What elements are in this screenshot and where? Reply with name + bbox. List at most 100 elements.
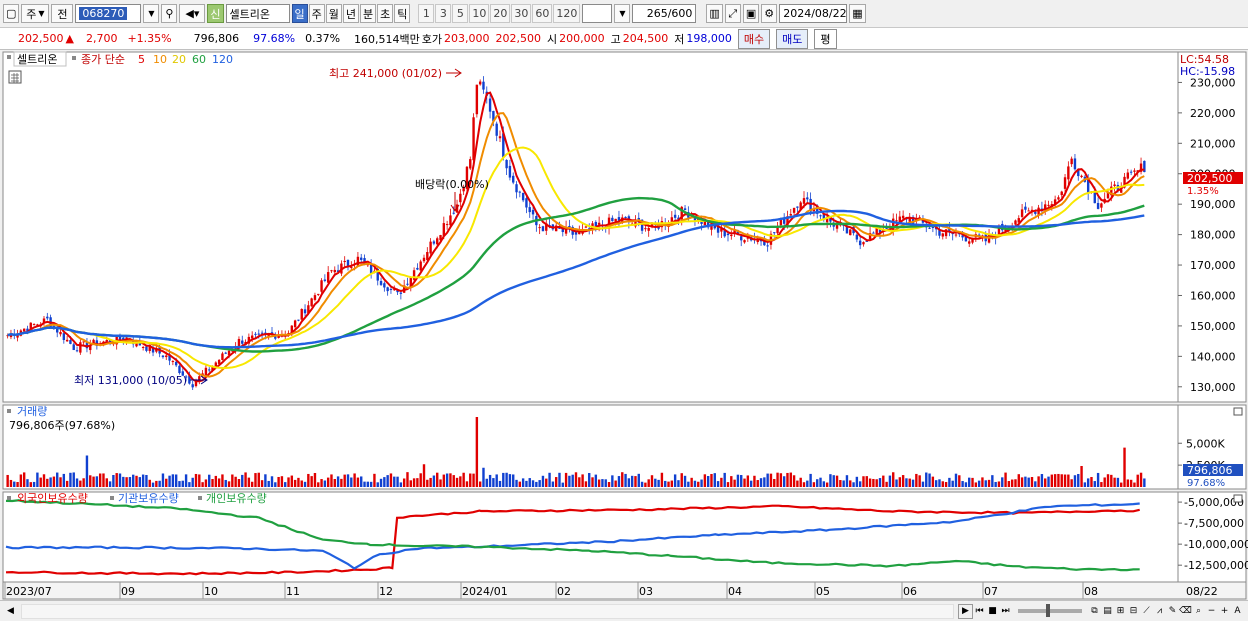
stock-code-input[interactable]: 068270 xyxy=(75,4,142,23)
chart-area[interactable]: 230,000220,000210,000200,000190,000180,0… xyxy=(0,50,1248,600)
holdings-panel[interactable] xyxy=(2,491,1179,583)
bid-label: 호가 xyxy=(421,32,443,46)
maximize-icon[interactable] xyxy=(1233,494,1243,503)
save-icon[interactable]: ▣ xyxy=(742,4,760,23)
interval-tab-1[interactable]: 1 xyxy=(418,4,435,23)
volume-bar xyxy=(300,480,303,487)
volume-bar xyxy=(703,474,707,487)
volume-bar xyxy=(1096,472,1100,487)
sell-button[interactable]: 매도 xyxy=(776,28,809,49)
volume-bar xyxy=(1040,474,1044,487)
stop-icon[interactable]: ■ xyxy=(986,605,999,618)
gear-icon[interactable]: ⚙ xyxy=(761,4,778,23)
indicator-icon[interactable]: ⊟ xyxy=(1127,605,1140,618)
interval-dropdown-icon[interactable]: ▼ xyxy=(614,4,631,23)
interval-tab-5[interactable]: 5 xyxy=(452,4,469,23)
candle-body xyxy=(789,214,792,216)
volume-bar xyxy=(878,478,882,487)
last-page-icon[interactable]: ⏭ xyxy=(999,605,1012,618)
speaker-icon[interactable]: ◀▾ xyxy=(179,4,206,23)
volume-panel[interactable] xyxy=(2,404,1179,490)
calendar-icon[interactable]: ▦ xyxy=(849,4,866,23)
legend-stock-name: 셀트리온 xyxy=(17,53,57,66)
chart-type-icon[interactable]: ▥ xyxy=(706,4,723,23)
pen-icon[interactable]: ✎ xyxy=(1166,605,1179,618)
code-dropdown-icon[interactable]: ▼ xyxy=(143,4,160,23)
volume-bar xyxy=(6,474,9,487)
volume-bar xyxy=(13,481,16,487)
zoom-slider[interactable] xyxy=(1018,604,1082,617)
volume-bar xyxy=(723,472,726,487)
date-input[interactable]: 2024/08/22 xyxy=(779,4,848,23)
interval-tab-10[interactable]: 10 xyxy=(469,4,490,23)
volume-bar xyxy=(928,473,931,487)
volume-bar xyxy=(452,475,455,487)
candle-body xyxy=(538,227,541,229)
compare-icon[interactable]: ⊞ xyxy=(1114,605,1127,618)
window-menu-icon[interactable]: ▢ xyxy=(3,4,20,23)
draw-tool-icon[interactable]: ⤢ xyxy=(724,4,741,23)
layout-icon[interactable]: ▤ xyxy=(1101,605,1114,618)
interval-custom-input[interactable] xyxy=(582,4,613,23)
volume-bar xyxy=(1060,474,1063,487)
minus-icon[interactable]: − xyxy=(1205,605,1218,618)
maximize-icon[interactable] xyxy=(1233,407,1243,416)
period-tab-3[interactable]: 년 xyxy=(342,4,360,23)
zoom-icon[interactable]: ⌕ xyxy=(1192,605,1205,618)
stock-name-field[interactable]: 셀트리온 xyxy=(225,4,290,23)
trend-line-icon[interactable]: ⟋ xyxy=(1140,605,1153,618)
volume-bar xyxy=(611,475,614,487)
candle-body xyxy=(594,221,598,227)
x-tick-label: 07 xyxy=(984,585,998,598)
volume-bar xyxy=(227,481,231,487)
x-tick-label: 06 xyxy=(903,585,917,598)
volume-bar xyxy=(630,475,634,487)
interval-tab-30[interactable]: 30 xyxy=(511,4,532,23)
candle-body xyxy=(968,241,971,244)
text-tool-icon[interactable]: A xyxy=(1231,605,1244,618)
interval-tab-120[interactable]: 120 xyxy=(553,4,581,23)
price-tick-label: 170,000 xyxy=(1190,259,1236,272)
scroll-left-icon[interactable]: ◀ xyxy=(4,605,17,618)
eraser-icon[interactable]: ⌫ xyxy=(1179,605,1192,618)
first-page-icon[interactable]: ⏮ xyxy=(973,605,986,618)
buy-button[interactable]: 매수 xyxy=(737,28,771,49)
period-tab-6[interactable]: 틱 xyxy=(394,4,411,23)
candle-body xyxy=(416,267,419,270)
period-tab-1[interactable]: 주 xyxy=(308,4,325,23)
candle-body xyxy=(862,242,865,245)
copy-icon[interactable]: ⧉ xyxy=(1088,605,1101,618)
candle-body xyxy=(260,332,264,334)
period-tab-2[interactable]: 월 xyxy=(325,4,342,23)
volume-bar xyxy=(1070,479,1073,487)
scroll-right-icon[interactable]: ▶ xyxy=(958,603,973,619)
candle-body xyxy=(1113,184,1116,186)
volume-bar xyxy=(743,478,746,487)
period-main-select[interactable]: 주 ▼ xyxy=(21,4,50,23)
period-tab-4[interactable]: 분 xyxy=(360,4,377,23)
volume-bar xyxy=(92,476,95,487)
interval-tab-60[interactable]: 60 xyxy=(532,4,553,23)
volume-bar xyxy=(191,477,194,487)
fib-icon[interactable]: ⩘ xyxy=(1153,605,1166,618)
volume-bar xyxy=(951,480,954,487)
horizontal-scrollbar[interactable] xyxy=(21,603,954,619)
x-tick-label: 2024/01 xyxy=(462,585,508,598)
legend-ma-60: 60 xyxy=(192,53,206,66)
interval-tab-20[interactable]: 20 xyxy=(490,4,511,23)
candle-body xyxy=(726,233,730,236)
candle-body xyxy=(419,261,422,271)
volume-bar xyxy=(525,480,528,487)
interval-tab-3[interactable]: 3 xyxy=(435,4,452,23)
period-tab-5[interactable]: 초 xyxy=(377,4,394,23)
plus-icon[interactable]: + xyxy=(1218,605,1231,618)
volume-bar xyxy=(105,478,108,487)
volume-bar xyxy=(478,481,482,487)
candle-body xyxy=(1133,170,1136,172)
volume-bar xyxy=(938,479,941,487)
period-tab-0[interactable]: 일 xyxy=(291,4,308,23)
eval-button[interactable]: 평 xyxy=(814,28,837,49)
search-icon[interactable]: ⚲ xyxy=(161,4,178,23)
mode-button[interactable]: 전 xyxy=(51,4,74,23)
count-input[interactable]: 265/600 xyxy=(632,4,697,23)
